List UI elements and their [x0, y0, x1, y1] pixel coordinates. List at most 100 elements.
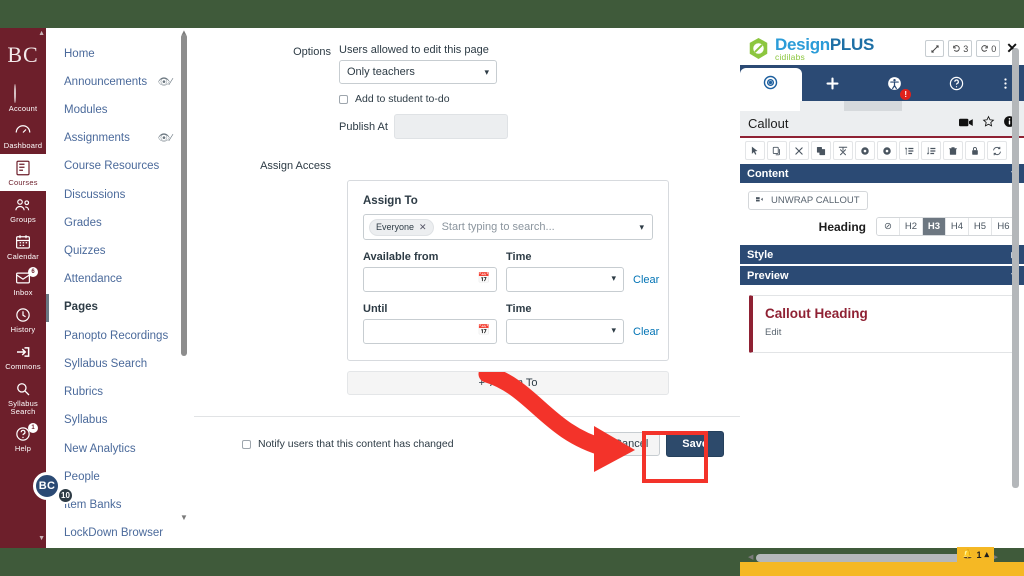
globalnav-item-groups[interactable]: Groups	[0, 191, 46, 228]
until-clear-link[interactable]: Clear	[633, 326, 659, 344]
designplus-vertical-scrollbar[interactable]	[1011, 40, 1020, 508]
heading-level-group: ⊘ H2 H3 H4 H5 H6	[876, 217, 1016, 236]
notify-users-row[interactable]: Notify users that this content has chang…	[242, 438, 454, 450]
circle-right-icon[interactable]	[877, 141, 897, 160]
save-button[interactable]: Save	[666, 431, 724, 457]
redo-count: 0	[991, 43, 997, 54]
coursenav-item-rubrics[interactable]: Rubrics	[46, 379, 194, 407]
unwrap-callout-button[interactable]: UNWRAP CALLOUT	[748, 191, 868, 210]
coursenav-item-assignments[interactable]: Assignments 👁∕	[46, 125, 194, 153]
dashboard-icon	[14, 122, 32, 140]
assign-to-input[interactable]: Everyone ✕ Start typing to search... ▾	[363, 214, 653, 240]
add-assign-to-button[interactable]: + Assign To	[347, 371, 669, 395]
coursenav-item-quizzes[interactable]: Quizzes	[46, 238, 194, 266]
undo-button[interactable]: 3	[948, 40, 973, 57]
section-style-header[interactable]: Style ▸	[740, 245, 1024, 264]
coursenav-item-lockdown-browser[interactable]: LockDown Browser	[46, 520, 194, 548]
available-from-input[interactable]: 📅	[363, 267, 497, 292]
coursenav-item-attendance[interactable]: Attendance	[46, 266, 194, 294]
section-content-header[interactable]: Content ▾	[740, 164, 1024, 183]
until-time-input[interactable]: ▾	[506, 319, 624, 344]
globalnav-item-help[interactable]: 1 Help	[0, 420, 46, 457]
assignee-token-everyone[interactable]: Everyone ✕	[369, 218, 434, 236]
heading-level-h5[interactable]: H5	[969, 218, 992, 235]
coursenav-item-announcements[interactable]: Announcements 👁∕	[46, 68, 194, 96]
lock-icon[interactable]	[965, 141, 985, 160]
until-input[interactable]: 📅	[363, 319, 497, 344]
globalnav-item-account[interactable]: Account	[0, 80, 46, 117]
globalnav-item-syllabus-search[interactable]: Syllabus Search	[0, 375, 46, 420]
users-allowed-select[interactable]: Only teachers ▾	[339, 60, 497, 84]
course-nav-scrollbar[interactable]: ▲ ▼	[178, 28, 190, 548]
chevron-down-icon[interactable]: ▾	[639, 222, 644, 233]
heading-level-h2[interactable]: H2	[900, 218, 923, 235]
chevron-down-icon[interactable]: ▾	[611, 273, 616, 284]
coursenav-item-panopto-recordings[interactable]: Panopto Recordings	[46, 322, 194, 350]
heading-level-h3[interactable]: H3	[923, 218, 946, 235]
available-from-clear-link[interactable]: Clear	[633, 274, 659, 292]
coursenav-item-pages[interactable]: Pages	[46, 293, 194, 323]
globalnav-scroll-up-arrow[interactable]: ▲	[38, 30, 45, 37]
circle-left-icon[interactable]	[855, 141, 875, 160]
calendar-icon[interactable]: 📅	[478, 325, 490, 336]
globalnav-item-commons[interactable]: Commons	[0, 338, 46, 375]
coursenav-item-course-resources[interactable]: Course Resources	[46, 153, 194, 181]
coursenav-item-home[interactable]: Home	[46, 40, 194, 68]
coursenav-item-new-analytics[interactable]: New Analytics	[46, 435, 194, 463]
scrollbar-thumb[interactable]	[756, 554, 984, 562]
refresh-sync-icon[interactable]	[987, 141, 1007, 160]
coursenav-item-grades[interactable]: Grades	[46, 209, 194, 237]
copy-icon[interactable]	[767, 141, 787, 160]
globalnav-item-inbox[interactable]: 6 Inbox	[0, 264, 46, 301]
globalnav-item-dashboard[interactable]: Dashboard	[0, 117, 46, 154]
tab-help[interactable]	[925, 70, 987, 101]
callout-preview-box[interactable]: Callout Heading Edit	[749, 295, 1015, 353]
chevron-up-icon: ▴	[984, 549, 989, 559]
tab-accessibility[interactable]: !	[863, 70, 925, 101]
globalnav-item-calendar[interactable]: Calendar	[0, 228, 46, 265]
floating-badge-count[interactable]: 10	[57, 487, 74, 504]
trash-delete-icon[interactable]	[943, 141, 963, 160]
scroll-left-arrow-icon[interactable]: ◀	[748, 553, 753, 561]
expand-diagonal-icon[interactable]	[925, 40, 945, 57]
notify-users-checkbox[interactable]	[242, 439, 251, 449]
move-down-icon[interactable]	[921, 141, 941, 160]
notification-chip[interactable]: 🔔 1 ▴	[957, 547, 994, 562]
add-to-todo-row[interactable]: Add to student to-do	[339, 93, 740, 105]
tab-target[interactable]	[740, 68, 802, 101]
star-outline-icon[interactable]	[982, 115, 995, 133]
move-up-icon[interactable]	[899, 141, 919, 160]
chevron-down-icon[interactable]: ▾	[611, 325, 616, 336]
institution-logo[interactable]: BC	[7, 42, 38, 68]
redo-button[interactable]: 0	[976, 40, 1001, 57]
scrollbar-thumb[interactable]	[1012, 48, 1019, 488]
cancel-button[interactable]: Cancel	[602, 432, 661, 456]
globalnav-item-courses[interactable]: Courses	[0, 153, 46, 191]
heading-level-h4[interactable]: H4	[946, 218, 969, 235]
token-remove-icon[interactable]: ✕	[419, 222, 427, 233]
section-preview-header[interactable]: Preview ▾	[740, 266, 1024, 285]
clear-formatting-icon[interactable]	[833, 141, 853, 160]
coursenav-item-modules[interactable]: Modules	[46, 96, 194, 124]
notification-count: 1	[976, 549, 982, 560]
publish-at-input[interactable]	[393, 114, 508, 139]
select-cursor-icon[interactable]	[745, 141, 765, 160]
duplicate-icon[interactable]	[811, 141, 831, 160]
globalnav-scroll-down-arrow[interactable]: ▼	[38, 535, 45, 542]
video-camera-icon[interactable]	[959, 115, 974, 133]
inbox-unread-badge: 6	[28, 267, 38, 278]
available-from-time-input[interactable]: ▾	[506, 267, 624, 292]
tab-add[interactable]	[802, 70, 864, 101]
globalnav-item-history[interactable]: History	[0, 301, 46, 338]
cut-scissors-icon[interactable]	[789, 141, 809, 160]
coursenav-item-syllabus[interactable]: Syllabus	[46, 407, 194, 435]
calendar-icon[interactable]: 📅	[478, 273, 490, 284]
coursenav-item-discussions[interactable]: Discussions	[46, 181, 194, 209]
heading-level-none[interactable]: ⊘	[877, 218, 900, 235]
scrollbar-thumb[interactable]	[181, 34, 187, 356]
coursenav-item-syllabus-search[interactable]: Syllabus Search	[46, 350, 194, 378]
add-to-todo-checkbox[interactable]	[339, 94, 348, 104]
heading-level-row: Heading ⊘ H2 H3 H4 H5 H6	[748, 217, 1016, 236]
unwrap-callout-label: UNWRAP CALLOUT	[771, 195, 860, 206]
scroll-down-arrow-icon[interactable]: ▼	[180, 513, 188, 522]
